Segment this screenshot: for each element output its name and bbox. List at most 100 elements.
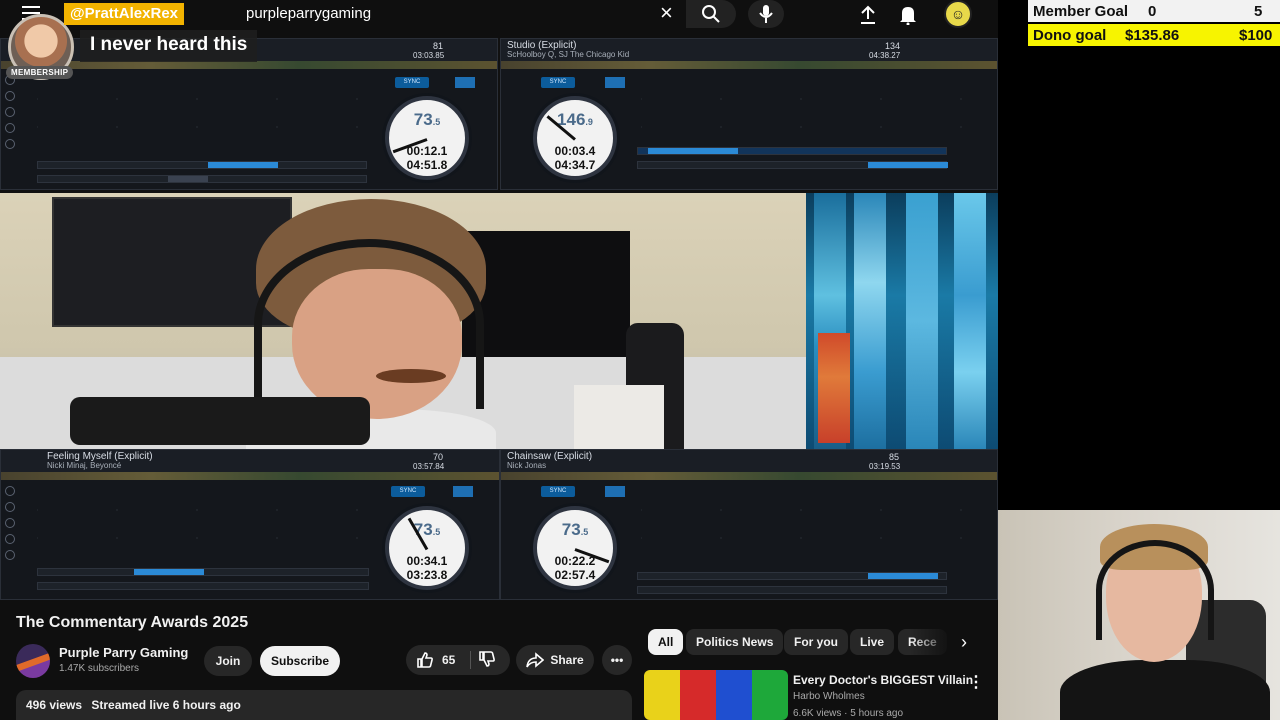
channel-name[interactable]: Purple Parry Gaming [59, 645, 188, 660]
deck-bpm: 134 [885, 41, 901, 51]
share-button[interactable]: Share [516, 645, 594, 675]
deck-side-controls[interactable] [5, 75, 19, 155]
chevron-right-icon[interactable]: › [952, 630, 976, 654]
chip-live[interactable]: Live [850, 629, 895, 655]
dono-goal: Dono goal $135.86 $100 [1028, 24, 1280, 46]
upload-icon [861, 5, 875, 24]
membership-badge: MEMBERSHIP [6, 66, 74, 79]
deck-loop-bar[interactable] [637, 572, 947, 580]
channel-avatar[interactable] [16, 644, 50, 678]
related-video-channel[interactable]: Harbo Wholmes [793, 691, 865, 702]
jog-remaining: 04:51.8 [406, 158, 448, 172]
deck-loop-bar[interactable] [37, 161, 367, 169]
microphone [70, 397, 370, 445]
chip-all[interactable]: All [648, 629, 684, 655]
notifications-button[interactable] [896, 3, 920, 27]
mic-icon [759, 5, 773, 23]
more-horizontal-icon: ••• [610, 653, 624, 667]
like-count: 65 [442, 653, 456, 667]
deck-track-artist: Nick Jonas [507, 461, 547, 470]
waveform[interactable] [1, 472, 499, 480]
stream-time: Streamed live 6 hours ago [91, 698, 241, 712]
deck-time: 03:03.85 [413, 51, 445, 60]
jog-remaining: 03:23.8 [406, 568, 448, 582]
play-button[interactable] [605, 486, 625, 497]
clear-search-icon[interactable]: × [660, 2, 673, 24]
more-actions-button[interactable]: ••• [602, 645, 632, 675]
member-goal: Member Goal 0 5 [1028, 0, 1280, 22]
account-avatar[interactable]: ☺ [944, 0, 972, 28]
deck-loop-bar[interactable] [37, 568, 369, 576]
deck-pad-grid[interactable] [641, 486, 971, 560]
like-button[interactable]: 65 [406, 645, 510, 675]
deck-header: Studio (Explicit) ScHoolboy Q, SJ The Ch… [501, 39, 997, 61]
jog-wheel-4[interactable]: 73.5 00:22.2 02:57.4 [533, 506, 617, 590]
chip-fade [910, 626, 954, 658]
stream-goals: Member Goal 0 5 Dono goal $135.86 $100 [1028, 0, 1280, 46]
dono-goal-current: $135.86 [1125, 27, 1180, 44]
sync-button[interactable]: SYNC [395, 77, 429, 88]
deck-beat-bar[interactable] [637, 586, 947, 594]
video-title: The Commentary Awards 2025 [16, 614, 249, 631]
chip-for-you[interactable]: For you [784, 629, 848, 655]
dono-goal-label: Dono goal [1033, 27, 1107, 44]
deck-side-controls[interactable] [5, 486, 19, 566]
jog-elapsed: 00:12.1 [406, 144, 448, 158]
sync-button[interactable]: SYNC [541, 77, 575, 88]
jog-wheel-2[interactable]: 146.9 00:03.4 04:34.7 [533, 96, 617, 180]
chip-politics-news[interactable]: Politics News [686, 629, 784, 655]
subscribe-button[interactable]: Subscribe [260, 646, 340, 676]
deck-beat-bar[interactable] [637, 161, 948, 169]
deck-bpm: 81 [433, 41, 444, 51]
sync-button[interactable]: SYNC [391, 486, 425, 497]
jog-wheel-1[interactable]: 73.5 00:12.1 04:51.8 [385, 96, 469, 180]
sync-button[interactable]: SYNC [541, 486, 575, 497]
deck-pad-grid[interactable] [37, 75, 367, 149]
webcam-body [1060, 660, 1270, 720]
deck-time: 03:57.84 [413, 462, 445, 471]
search-button[interactable] [686, 0, 736, 28]
streamer-webcam [998, 510, 1280, 720]
deck-time: 04:38.27 [869, 51, 901, 60]
jog-elapsed: 00:34.1 [406, 554, 448, 568]
play-button[interactable] [453, 486, 473, 497]
deck-loop-bar[interactable] [637, 147, 947, 155]
chat-message: I never heard this [80, 30, 258, 62]
deck-track-artist: Nicki Minaj, Beyoncé [47, 461, 122, 470]
deck-beat-bar[interactable] [37, 175, 367, 183]
jog-wheel-3[interactable]: 73.5 00:34.1 03:23.8 [385, 506, 469, 590]
play-button[interactable] [455, 77, 475, 88]
voice-search-button[interactable] [748, 0, 784, 28]
deck-header: Feeling Myself (Explicit) Nicki Minaj, B… [1, 450, 499, 472]
play-button[interactable] [605, 77, 625, 88]
deck-pad-grid[interactable] [37, 486, 367, 560]
deck-beat-bar[interactable] [37, 582, 369, 590]
waveform[interactable] [501, 472, 997, 480]
join-button[interactable]: Join [204, 646, 252, 676]
jog-remaining: 04:34.7 [554, 158, 596, 172]
waveform[interactable] [1, 61, 497, 69]
deck-time: 03:19.53 [869, 462, 901, 471]
jog-bpm: 73.5 [413, 110, 441, 129]
jog-bpm: 73.5 [413, 520, 441, 539]
related-video-title[interactable]: Every Doctor's BIGGEST Villain [793, 673, 973, 687]
jog-elapsed: 00:03.4 [554, 144, 596, 158]
jog-bpm: 146.9 [557, 110, 593, 129]
related-video-thumbnail[interactable] [644, 670, 788, 720]
deck-pad-grid[interactable] [641, 75, 971, 149]
console-box [574, 385, 664, 449]
chat-username: @PrattAlexRex [64, 3, 185, 25]
search-input[interactable]: purpleparrygaming [246, 5, 371, 22]
upload-button[interactable] [856, 3, 880, 27]
streamer-camera-feed [0, 193, 806, 449]
subscriber-count: 1.47K subscribers [59, 663, 140, 674]
thumbs-down-icon[interactable] [478, 650, 496, 668]
member-goal-current: 0 [1148, 3, 1157, 20]
description-box[interactable]: 496 views Streamed live 6 hours ago [16, 690, 632, 720]
deck-track-artist: ScHoolboy Q, SJ The Chicago Kid [507, 50, 630, 59]
related-video-meta: 6.6K views · 5 hours ago [793, 708, 904, 719]
video-player[interactable]: 81 03:03.85 SYNC Studio (Explicit) ScHoo… [0, 38, 998, 600]
waveform[interactable] [501, 61, 997, 69]
more-vertical-icon[interactable]: ⋮ [968, 672, 984, 692]
deck-header: Chainsaw (Explicit) Nick Jonas 85 03:19.… [501, 450, 997, 472]
